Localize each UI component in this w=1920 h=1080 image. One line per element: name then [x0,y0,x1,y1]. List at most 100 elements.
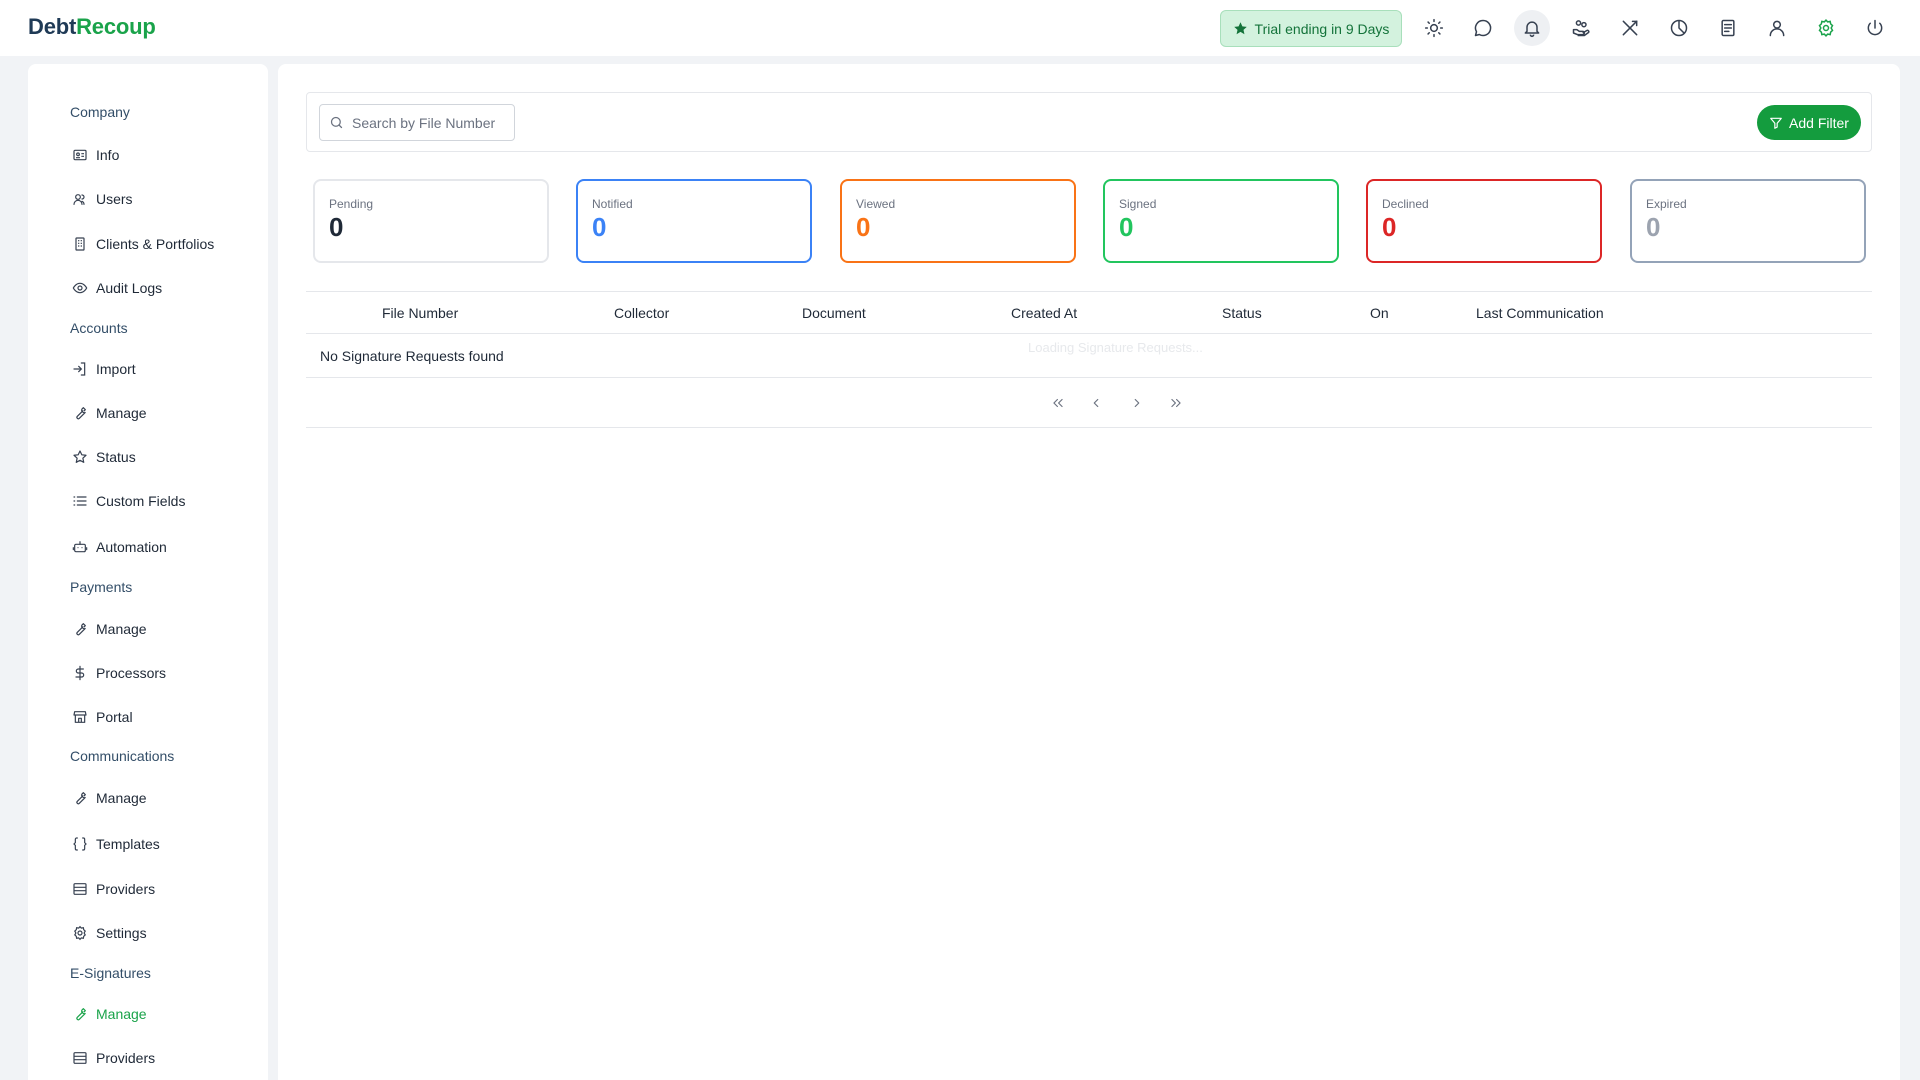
chevron-left-icon [1093,398,1099,408]
sidebar-item-label: Info [96,147,120,163]
documents-button[interactable] [1710,10,1746,46]
wrench-icon [76,792,86,805]
search-input[interactable] [352,114,502,131]
sidebar-item-accounts-manage[interactable]: Manage [72,402,147,424]
column-last-communication[interactable]: Last Communication [1476,305,1604,321]
search-box[interactable] [319,104,515,141]
logout-button[interactable] [1857,10,1893,46]
trial-badge[interactable]: Trial ending in 9 Days [1220,10,1402,47]
brand-part-1: Debt [28,14,77,39]
sidebar-section-esignatures: E-Signatures [70,965,151,981]
messages-button[interactable] [1465,10,1501,46]
status-card-pending[interactable]: Pending 0 [313,179,549,263]
status-card-value: 0 [592,212,607,242]
sidebar-item-label: Manage [96,405,147,421]
sidebar-item-label: Providers [96,1050,156,1066]
sidebar-item-status[interactable]: Status [72,446,136,468]
status-card-expired[interactable]: Expired 0 [1630,179,1866,263]
sidebar-item-custom-fields[interactable]: Custom Fields [72,490,185,512]
sidebar-item-info[interactable]: Info [72,144,119,166]
theme-toggle-button[interactable] [1416,10,1452,46]
filter-icon [1770,117,1782,129]
status-card-value: 0 [1382,212,1397,242]
hand-coins-icon [1572,20,1590,37]
document-icon [1721,19,1735,37]
status-card-notified[interactable]: Notified 0 [576,179,812,263]
last-page-button[interactable] [1166,393,1186,413]
sidebar-item-communications-providers[interactable]: Providers [72,878,155,900]
sidebar-item-communications-manage[interactable]: Manage [72,787,147,809]
sidebar-item-audit-logs[interactable]: Audit Logs [72,277,162,299]
sidebar-section-communications: Communications [70,748,175,764]
sidebar-item-label: Settings [96,925,147,941]
profile-button[interactable] [1759,10,1795,46]
eye-icon [72,282,88,294]
status-card-value: 0 [1646,212,1661,242]
sidebar-item-esignatures-manage[interactable]: Manage [72,1003,147,1025]
settings-button[interactable] [1808,10,1844,46]
status-card-label: Pending [329,197,374,211]
column-created-at[interactable]: Created At [1011,305,1077,321]
status-card-viewed[interactable]: Viewed 0 [840,179,1076,263]
sidebar-item-users[interactable]: Users [72,188,133,210]
sidebar-item-label: Status [96,449,136,465]
sidebar-item-label: Templates [96,836,160,852]
loading-text: Loading Signature Requests... [1028,340,1203,355]
trial-label: Trial ending in 9 Days [1254,20,1390,37]
sidebar-item-settings[interactable]: Settings [72,922,147,944]
next-page-button[interactable] [1127,393,1147,413]
status-card-value: 0 [1119,212,1134,242]
sidebar-item-processors[interactable]: Processors [72,662,166,684]
sidebar-item-label: Portal [96,709,133,725]
status-card-signed[interactable]: Signed 0 [1103,179,1339,263]
search-icon [330,116,343,129]
sidebar-item-label: Audit Logs [96,280,163,296]
sidebar-item-label: Users [96,191,133,207]
brand-part-2: Recoup [76,14,156,39]
column-on[interactable]: On [1370,305,1389,321]
status-card-label: Signed [1119,197,1157,211]
status-card-value: 0 [329,212,344,242]
id-card-icon [73,149,87,161]
column-collector[interactable]: Collector [614,305,669,321]
chevrons-right-icon [1171,398,1181,408]
column-file-number[interactable]: File Number [382,305,458,321]
payments-button[interactable] [1563,10,1599,46]
tools-icon [1622,20,1638,36]
building-icon [75,237,85,251]
notifications-button[interactable] [1514,10,1550,46]
tools-button[interactable] [1612,10,1648,46]
sidebar-section-accounts: Accounts [70,320,128,336]
sidebar-item-import[interactable]: Import [72,358,136,380]
sidebar-item-automation[interactable]: Automation [72,536,167,558]
star-outline-icon [73,450,87,463]
gear-icon [1818,18,1834,38]
table-header: File Number Collector Document Created A… [306,291,1872,334]
sidebar: Company Info Users Clients & Portfolios … [28,64,268,1080]
brand-logo[interactable]: DebtRecoup [28,14,156,40]
sidebar-item-portal[interactable]: Portal [72,706,133,728]
sidebar-item-payments-manage[interactable]: Manage [72,618,147,640]
sidebar-item-label: Providers [96,881,156,897]
column-document[interactable]: Document [802,305,866,321]
first-page-button[interactable] [1048,393,1068,413]
sidebar-item-label: Automation [96,539,167,555]
status-card-value: 0 [856,212,871,242]
sidebar-item-templates[interactable]: Templates [72,833,160,855]
sidebar-item-label: Clients & Portfolios [96,236,215,252]
reports-button[interactable] [1661,10,1697,46]
main-content: Add Filter Pending 0 Notified 0 Viewed 0… [278,64,1900,1080]
server-icon [73,1052,87,1064]
wrench-icon [76,407,86,420]
add-filter-label: Add Filter [1789,114,1849,131]
wrench-icon [76,1008,86,1021]
chevrons-left-icon [1053,398,1063,408]
sidebar-item-clients-portfolios[interactable]: Clients & Portfolios [72,233,214,255]
chevron-right-icon [1134,398,1140,408]
add-filter-button[interactable]: Add Filter [1757,105,1861,140]
status-card-declined[interactable]: Declined 0 [1366,179,1602,263]
sidebar-item-esignatures-providers[interactable]: Providers [72,1047,155,1069]
column-status[interactable]: Status [1222,305,1262,321]
previous-page-button[interactable] [1086,393,1106,413]
empty-state-text: No Signature Requests found [320,348,504,364]
